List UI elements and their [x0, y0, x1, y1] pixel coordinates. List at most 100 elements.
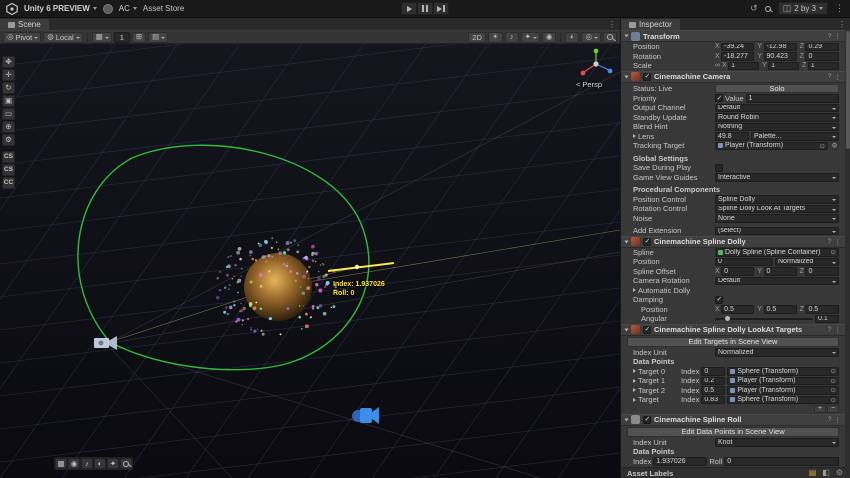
- scale-x[interactable]: X1: [722, 62, 759, 71]
- help-icon[interactable]: ?: [828, 416, 832, 423]
- automatic-dolly-foldout-icon[interactable]: [633, 288, 636, 292]
- rotate-tool-button[interactable]: ↻: [2, 82, 15, 94]
- rect-tool-button[interactable]: ▭: [2, 108, 15, 120]
- undo-history-icon[interactable]: ↺: [750, 4, 758, 13]
- edit-targets-button[interactable]: Edit Targets in Scene View: [627, 337, 839, 347]
- blend-hint-dropdown[interactable]: Nothing: [715, 123, 839, 132]
- scale-z-field[interactable]: 1: [808, 62, 839, 71]
- tool-handle-pivot-dropdown[interactable]: ◎ Pivot: [3, 32, 41, 43]
- component-enabled-checkbox[interactable]: [643, 326, 651, 334]
- kebab-menu-icon[interactable]: ⋮: [835, 32, 842, 40]
- inspector-menu-icon[interactable]: ⋮: [838, 20, 846, 29]
- overlay-search-button[interactable]: [120, 458, 132, 469]
- scene-search-button[interactable]: [603, 32, 617, 43]
- lookat-index-unit-dropdown[interactable]: Normalized: [715, 348, 839, 357]
- priority-value-field[interactable]: 1: [746, 94, 839, 103]
- scrollbar-thumb[interactable]: [846, 31, 850, 149]
- scale-tool-button[interactable]: ▣: [2, 95, 15, 107]
- lens-foldout-icon[interactable]: [633, 134, 636, 138]
- step-button[interactable]: [433, 2, 449, 15]
- priority-enabled-checkbox[interactable]: [715, 94, 723, 102]
- rotation-y[interactable]: Y90.423: [757, 52, 796, 61]
- component-tool-cs1-button[interactable]: CS: [2, 151, 15, 163]
- dolly-position-field[interactable]: 0: [715, 258, 773, 267]
- cinemachine-camera-header[interactable]: Cinemachine Camera ? ⋮: [621, 71, 845, 83]
- rotation-x[interactable]: X-18.277: [715, 52, 754, 61]
- foldout-icon[interactable]: [633, 388, 636, 392]
- object-picker-icon[interactable]: ⊙: [831, 367, 836, 375]
- asset-bundle-icon[interactable]: ◧: [822, 469, 830, 477]
- position-units-dropdown[interactable]: Normalized: [775, 258, 839, 267]
- target-options-button[interactable]: ⊙: [830, 141, 839, 150]
- roll-index-field[interactable]: 1.937026: [653, 457, 707, 466]
- lens-fov-field[interactable]: 49.8: [715, 132, 749, 141]
- position-x[interactable]: X-39.24: [715, 43, 754, 52]
- foldout-icon[interactable]: [625, 328, 629, 331]
- scale-y-field[interactable]: 1: [768, 62, 799, 71]
- overlay-effects-button[interactable]: ✦: [107, 458, 119, 469]
- foldout-icon[interactable]: [625, 35, 629, 38]
- overlay-audio-button[interactable]: ♪: [81, 458, 93, 469]
- overlay-visibility-button[interactable]: ◉: [68, 458, 80, 469]
- scale-z[interactable]: Z1: [802, 62, 839, 71]
- roll-index-unit-dropdown[interactable]: Knot: [715, 438, 839, 447]
- rotation-z[interactable]: Z0: [800, 52, 839, 61]
- roll-value-field[interactable]: 0: [724, 457, 839, 466]
- unity-version-menu[interactable]: Unity 6 PREVIEW: [24, 4, 97, 13]
- scale-link-icon[interactable]: ∞: [715, 62, 720, 69]
- damping-z-field[interactable]: 0.5: [805, 305, 839, 314]
- position-y[interactable]: Y-12.98: [757, 43, 796, 52]
- point-target-object-field[interactable]: Player (Transform)⊙: [727, 386, 839, 395]
- output-channel-dropdown[interactable]: Default: [715, 104, 839, 113]
- overlay-grid-button[interactable]: ▦: [55, 458, 67, 469]
- standby-update-dropdown[interactable]: Round Robin: [715, 113, 839, 122]
- view-tool-button[interactable]: ✥: [2, 56, 15, 68]
- lens-mode-dropdown[interactable]: Palette...: [751, 132, 839, 141]
- game-view-guides-dropdown[interactable]: Interactive: [715, 173, 839, 182]
- foldout-icon[interactable]: [625, 240, 629, 243]
- camera-settings-button[interactable]: ◐: [565, 32, 579, 43]
- help-icon[interactable]: ?: [828, 73, 832, 80]
- foldout-icon[interactable]: [633, 369, 636, 373]
- point-target-object-field[interactable]: Sphere (Transform)⊙: [727, 396, 839, 405]
- solo-button[interactable]: Solo: [715, 84, 839, 93]
- object-picker-icon[interactable]: ⊙: [831, 386, 836, 394]
- layout-dropdown[interactable]: ◫ 2 by 3: [778, 2, 828, 15]
- position-z-field[interactable]: 0.29: [805, 43, 839, 52]
- grid-visibility-dropdown[interactable]: ▦: [92, 32, 112, 43]
- tab-inspector[interactable]: Inspector: [621, 19, 680, 30]
- asset-labels-icon[interactable]: ▤: [809, 469, 817, 477]
- rotation-z-field[interactable]: 0: [805, 52, 839, 61]
- spline-offset-z-field[interactable]: 0: [805, 267, 839, 276]
- rotation-control-dropdown[interactable]: Spline Dolly Look At Targets: [715, 205, 839, 214]
- scene-tab-menu-icon[interactable]: ⋮: [608, 20, 616, 29]
- component-enabled-checkbox[interactable]: [643, 238, 651, 246]
- tracking-target-object-field[interactable]: Player (Transform) ⊙: [715, 142, 828, 151]
- point-index-field[interactable]: 0.83: [701, 396, 725, 405]
- transform-tool-button[interactable]: ⊕: [2, 121, 15, 133]
- angular-damping-slider[interactable]: [715, 318, 813, 320]
- point-index-field[interactable]: 0.2: [701, 377, 725, 386]
- asset-store-button[interactable]: Asset Store: [143, 4, 184, 13]
- lookat-targets-header[interactable]: Cinemachine Spline Dolly LookAt Targets …: [621, 324, 845, 336]
- component-tool-cs2-button[interactable]: CS: [2, 164, 15, 176]
- camera-rotation-dropdown[interactable]: Default: [715, 277, 839, 286]
- account-menu[interactable]: AC: [119, 4, 137, 13]
- component-enabled-checkbox[interactable]: [643, 416, 651, 424]
- add-extension-dropdown[interactable]: (select): [715, 227, 839, 236]
- rotation-x-field[interactable]: -18.277: [721, 52, 754, 61]
- foldout-icon[interactable]: [633, 398, 636, 402]
- tool-handle-space-dropdown[interactable]: ◍ Local: [43, 32, 82, 43]
- kebab-menu-icon[interactable]: ⋮: [835, 416, 842, 424]
- scale-x-field[interactable]: 1: [728, 62, 759, 71]
- spline-offset-y-field[interactable]: 0: [764, 267, 797, 276]
- help-icon[interactable]: ?: [828, 33, 832, 40]
- position-y-field[interactable]: -12.98: [764, 43, 797, 52]
- damping-checkbox[interactable]: [715, 296, 723, 304]
- noise-dropdown[interactable]: None: [715, 214, 839, 223]
- help-icon[interactable]: ?: [828, 238, 832, 245]
- component-enabled-checkbox[interactable]: [643, 73, 651, 81]
- object-picker-icon[interactable]: ⊙: [831, 396, 836, 404]
- point-target-object-field[interactable]: Sphere (Transform)⊙: [727, 367, 839, 376]
- kebab-menu-icon[interactable]: ⋮: [835, 73, 842, 81]
